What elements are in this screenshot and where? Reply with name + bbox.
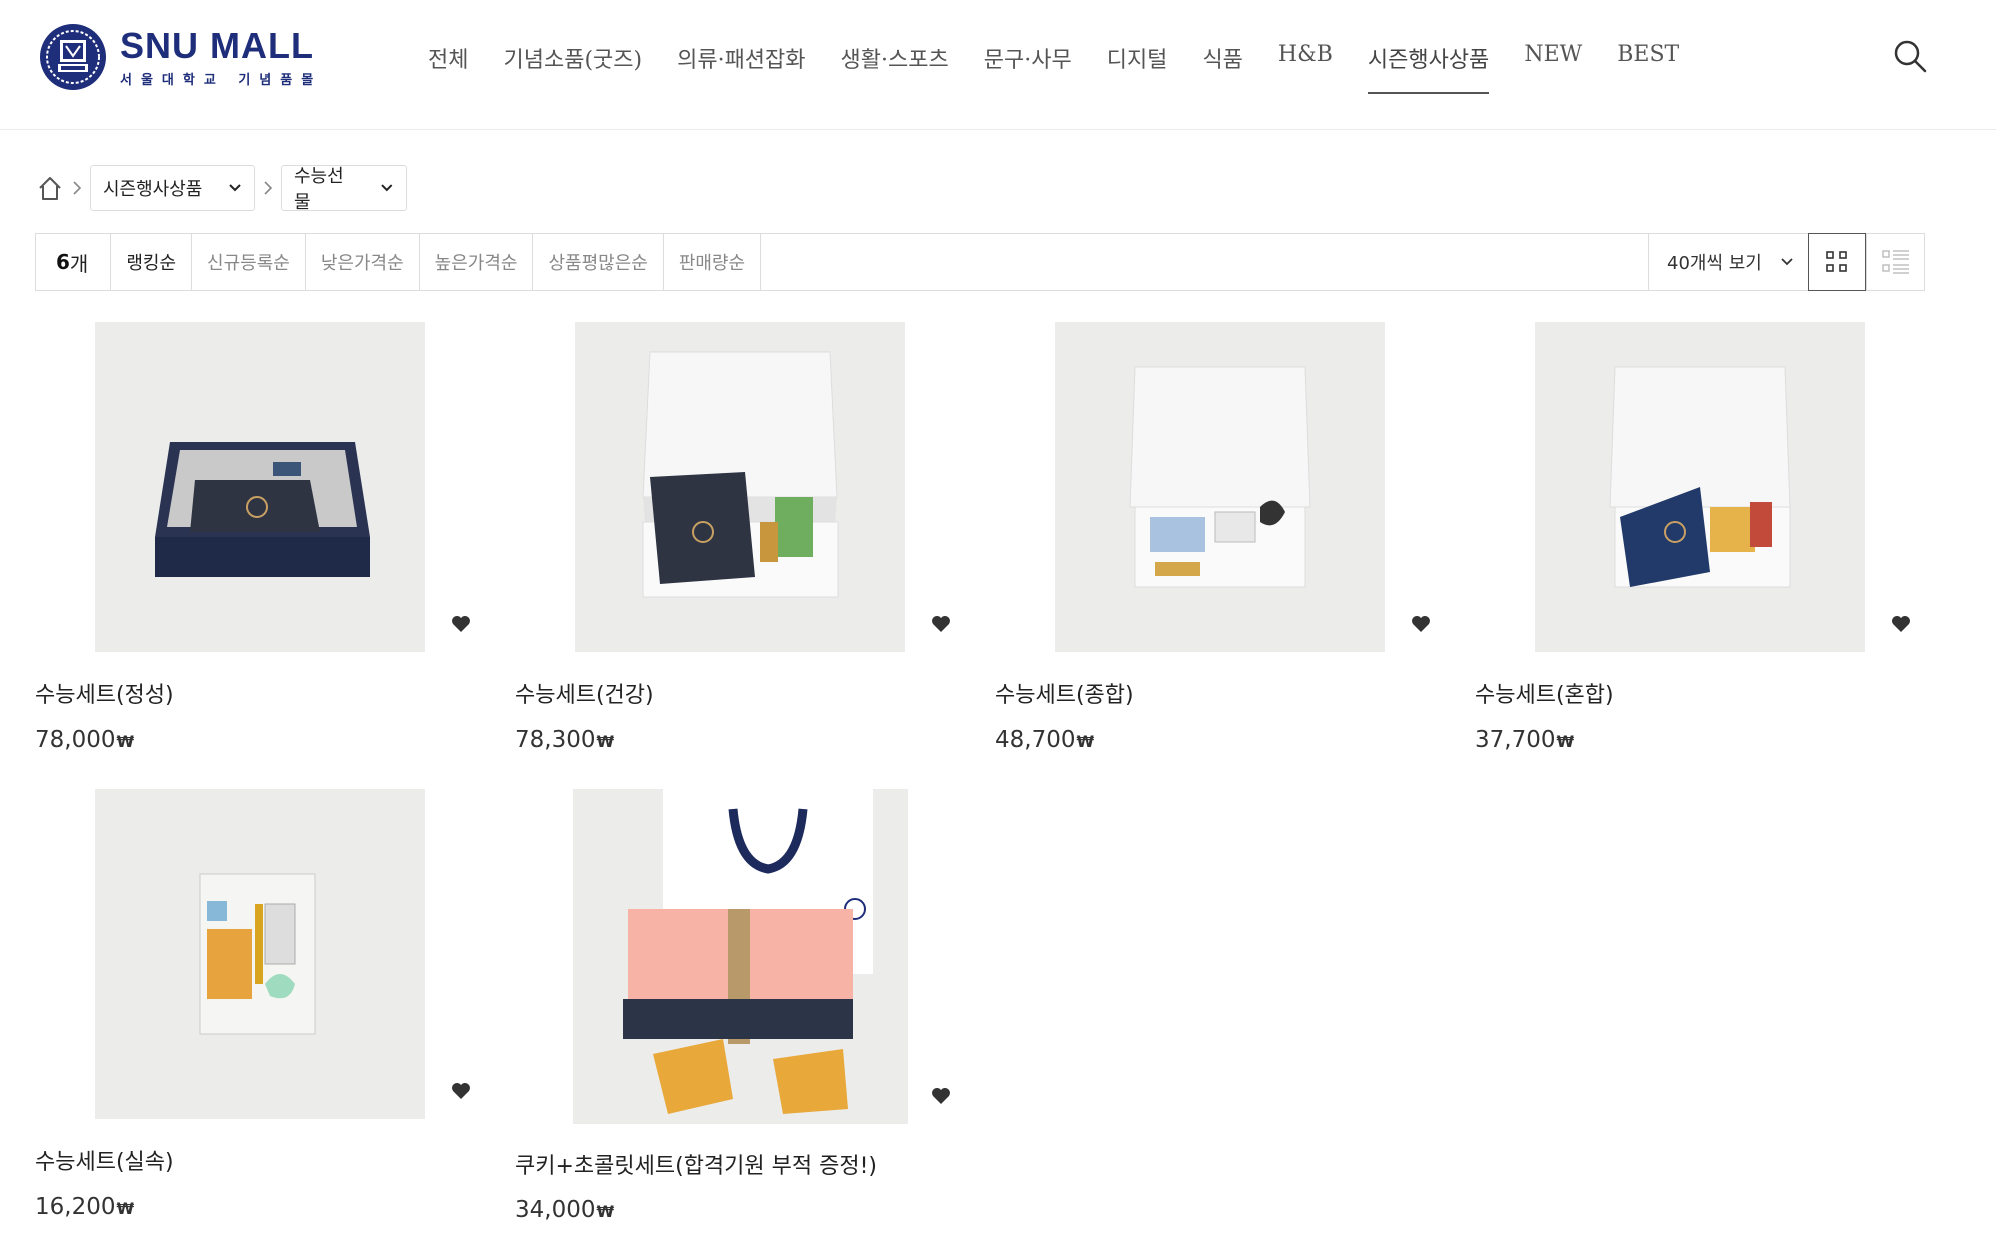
product-image[interactable] — [1535, 322, 1865, 652]
nav-item-all[interactable]: 전체 — [428, 36, 468, 94]
nav-item-hb[interactable]: H&B — [1278, 36, 1333, 94]
product-image[interactable] — [1055, 322, 1385, 652]
heart-icon[interactable] — [450, 614, 472, 634]
site-header: SNU MALL 서울대학교 기념품몰 전체 기념소품(굿즈) 의류·패션잡화 … — [0, 0, 1996, 130]
product-price-value: 48,700 — [995, 727, 1076, 753]
product-price: 48,700₩ — [995, 727, 1094, 753]
product-name[interactable]: 수능세트(종합) — [995, 677, 1134, 709]
per-page-select[interactable]: 40개씩 보기 — [1648, 234, 1808, 290]
product-card: 수능세트(정성) 78,000₩ — [35, 322, 515, 762]
breadcrumb: 시즌행사상품 수능선물 — [36, 165, 407, 213]
product-price: 78,300₩ — [515, 727, 614, 753]
sort-best-selling[interactable]: 판매량순 — [664, 234, 762, 290]
sort-ranking[interactable]: 랭킹순 — [111, 234, 193, 290]
chevron-down-icon — [381, 184, 393, 192]
nav-item-fashion[interactable]: 의류·패션잡화 — [677, 36, 805, 94]
nav-item-seasonal[interactable]: 시즌행사상품 — [1367, 36, 1490, 94]
product-count-unit: 개 — [69, 251, 89, 276]
chevron-down-icon — [1781, 258, 1793, 266]
search-icon[interactable] — [1890, 36, 1930, 76]
nav-item-living-sports[interactable]: 생활·스포츠 — [841, 36, 949, 94]
brand-subtitle: 서울대학교 기념품몰 — [120, 72, 323, 88]
grid-view-button[interactable] — [1808, 233, 1866, 291]
nav-item-food[interactable]: 식품 — [1202, 36, 1242, 94]
product-card: 수능세트(종합) 48,700₩ — [995, 322, 1475, 762]
sort-price-low[interactable]: 낮은가격순 — [306, 234, 420, 290]
heart-icon[interactable] — [930, 614, 952, 634]
product-image[interactable] — [573, 789, 908, 1124]
product-name[interactable]: 수능세트(혼합) — [1475, 677, 1614, 709]
product-card: 수능세트(혼합) 37,700₩ — [1475, 322, 1955, 762]
chevron-right-icon — [264, 181, 273, 195]
sort-bar: 6개 랭킹순 신규등록순 낮은가격순 높은가격순 상품평많은순 판매량순 40개… — [35, 233, 1925, 291]
product-price-value: 16,200 — [35, 1194, 116, 1220]
product-price-value: 78,000 — [35, 727, 116, 753]
nav-item-best[interactable]: BEST — [1617, 36, 1679, 94]
product-name[interactable]: 수능세트(실속) — [35, 1144, 174, 1176]
list-view-button[interactable] — [1866, 234, 1924, 290]
product-image[interactable] — [95, 789, 425, 1119]
product-name[interactable]: 쿠키+초콜릿세트(합격기원 부적 증정!) — [515, 1148, 877, 1180]
currency-symbol: ₩ — [116, 732, 135, 751]
subcategory-select-value: 수능선물 — [294, 166, 344, 213]
currency-symbol: ₩ — [596, 1202, 615, 1221]
site-logo[interactable]: SNU MALL 서울대학교 기념품몰 — [38, 22, 322, 92]
product-card: 수능세트(건강) 78,300₩ — [515, 322, 995, 762]
product-count-value: 6 — [56, 250, 70, 274]
product-count: 6개 — [36, 234, 112, 290]
category-select[interactable]: 시즌행사상품 — [90, 165, 255, 211]
currency-symbol: ₩ — [116, 1199, 135, 1218]
product-name[interactable]: 수능세트(건강) — [515, 677, 654, 709]
currency-symbol: ₩ — [1076, 732, 1095, 751]
sort-bar-spacer — [761, 234, 1648, 290]
chevron-down-icon — [229, 184, 241, 192]
snu-emblem-icon — [40, 24, 106, 90]
sort-price-high[interactable]: 높은가격순 — [420, 234, 534, 290]
sort-most-reviews[interactable]: 상품평많은순 — [533, 234, 664, 290]
category-select-value: 시즌행사상품 — [103, 179, 203, 200]
product-price-value: 78,300 — [515, 727, 596, 753]
heart-icon[interactable] — [930, 1086, 952, 1106]
product-card: 수능세트(실속) 16,200₩ — [35, 789, 515, 1229]
product-image[interactable] — [95, 322, 425, 652]
product-name[interactable]: 수능세트(정성) — [35, 677, 174, 709]
nav-item-new[interactable]: NEW — [1524, 36, 1582, 94]
nav-item-stationery[interactable]: 문구·사무 — [984, 36, 1072, 94]
per-page-value: 40개씩 보기 — [1667, 253, 1762, 274]
product-price: 16,200₩ — [35, 1194, 134, 1220]
nav-item-digital[interactable]: 디지털 — [1107, 36, 1168, 94]
currency-symbol: ₩ — [1556, 732, 1575, 751]
product-image[interactable] — [575, 322, 905, 652]
product-price: 37,700₩ — [1475, 727, 1574, 753]
subcategory-select[interactable]: 수능선물 — [281, 165, 407, 213]
brand-title: SNU MALL — [120, 24, 314, 66]
nav-item-goods[interactable]: 기념소품(굿즈) — [503, 36, 642, 94]
grid-view-icon — [1826, 251, 1847, 272]
heart-icon[interactable] — [1890, 614, 1912, 634]
heart-icon[interactable] — [450, 1081, 472, 1101]
product-price-value: 34,000 — [515, 1197, 596, 1223]
home-icon[interactable] — [36, 174, 64, 202]
currency-symbol: ₩ — [596, 732, 615, 751]
product-price: 34,000₩ — [515, 1197, 614, 1223]
list-view-icon — [1881, 250, 1909, 274]
heart-icon[interactable] — [1410, 614, 1432, 634]
sort-newest[interactable]: 신규등록순 — [192, 234, 306, 290]
product-card: 쿠키+초콜릿세트(합격기원 부적 증정!) 34,000₩ — [515, 789, 995, 1229]
product-price: 78,000₩ — [35, 727, 134, 753]
product-price-value: 37,700 — [1475, 727, 1556, 753]
chevron-right-icon — [73, 181, 82, 195]
main-nav: 전체 기념소품(굿즈) 의류·패션잡화 생활·스포츠 문구·사무 디지털 식품 … — [428, 36, 1714, 94]
